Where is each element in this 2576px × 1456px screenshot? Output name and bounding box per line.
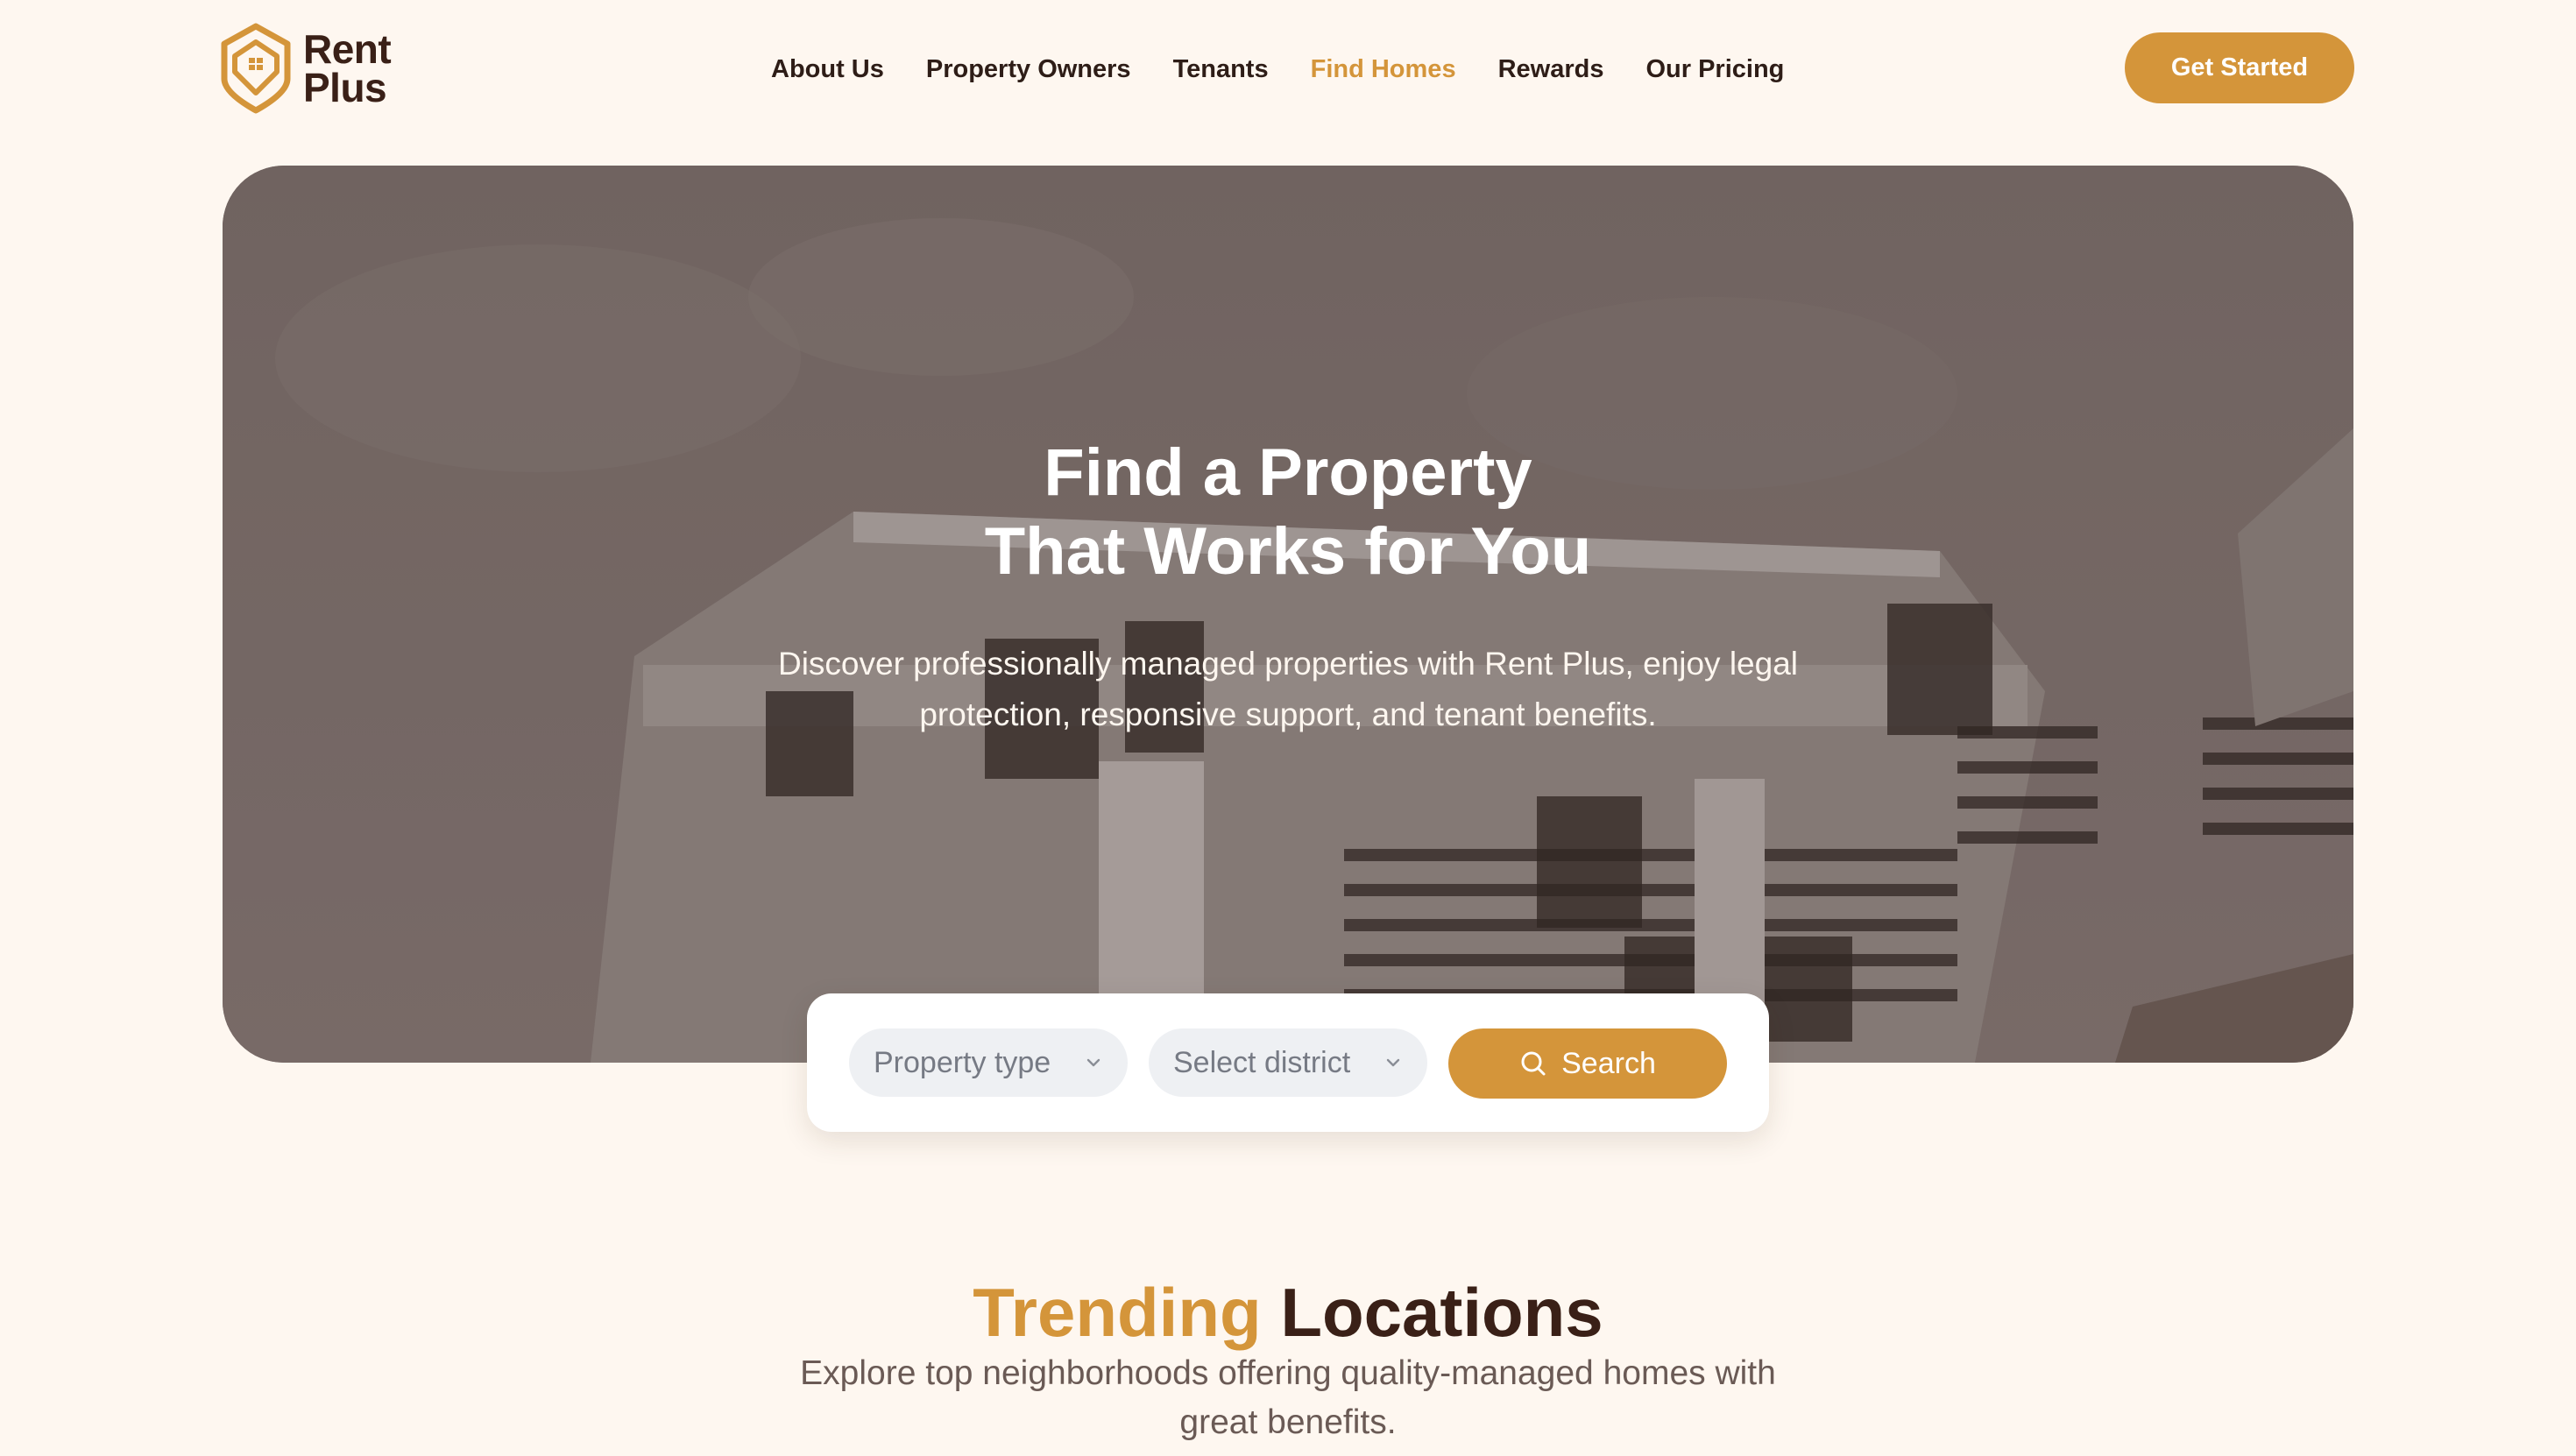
chevron-down-icon <box>1386 1058 1400 1067</box>
nav-tenants[interactable]: Tenants <box>1173 55 1269 84</box>
nav-our-pricing[interactable]: Our Pricing <box>1645 55 1784 84</box>
site-header: Rent Plus About Us Property Owners Tenan… <box>0 0 2576 137</box>
district-select[interactable]: Select district <box>1149 1028 1427 1097</box>
logo-wordmark: Rent Plus <box>303 26 392 110</box>
trending-title-accent: Trending <box>973 1274 1262 1351</box>
district-value: Select district <box>1173 1045 1351 1079</box>
nav-rewards[interactable]: Rewards <box>1498 55 1604 84</box>
search-button[interactable]: Search <box>1448 1028 1727 1099</box>
hero-title-line-2: That Works for You <box>984 514 1592 589</box>
search-icon <box>1521 1051 1546 1076</box>
get-started-button[interactable]: Get Started <box>2125 32 2354 103</box>
hero-overlay <box>223 166 2353 1063</box>
hero-title: Find a Property That Works for You <box>223 434 2353 591</box>
page: Rent Plus About Us Property Owners Tenan… <box>0 0 2576 1456</box>
search-button-label: Search <box>1561 1046 1656 1080</box>
trending-title-rest: Locations <box>1280 1274 1603 1351</box>
hero-title-line-1: Find a Property <box>1044 435 1532 510</box>
trending-title: Trending Locations <box>0 1272 2576 1353</box>
trending-subtitle: Explore top neighborhoods offering quali… <box>800 1354 1776 1441</box>
hero-section: Find a Property That Works for You Disco… <box>223 166 2353 1063</box>
house-shield-logo-icon <box>221 23 291 114</box>
property-type-select[interactable]: Property type <box>849 1028 1128 1097</box>
property-type-value: Property type <box>874 1045 1051 1079</box>
hero-subtitle: Discover professionally managed properti… <box>777 646 1799 732</box>
search-panel: Property type Select district Search <box>807 993 1769 1132</box>
nav-property-owners[interactable]: Property Owners <box>926 55 1131 84</box>
logo-line-2: Plus <box>303 65 387 110</box>
chevron-down-icon <box>1086 1058 1100 1067</box>
logo-line-1: Rent <box>303 26 392 72</box>
logo[interactable]: Rent Plus <box>221 23 414 114</box>
nav-find-homes[interactable]: Find Homes <box>1311 55 1456 84</box>
nav-about-us[interactable]: About Us <box>771 55 884 84</box>
main-nav: About Us Property Owners Tenants Find Ho… <box>771 46 1784 93</box>
